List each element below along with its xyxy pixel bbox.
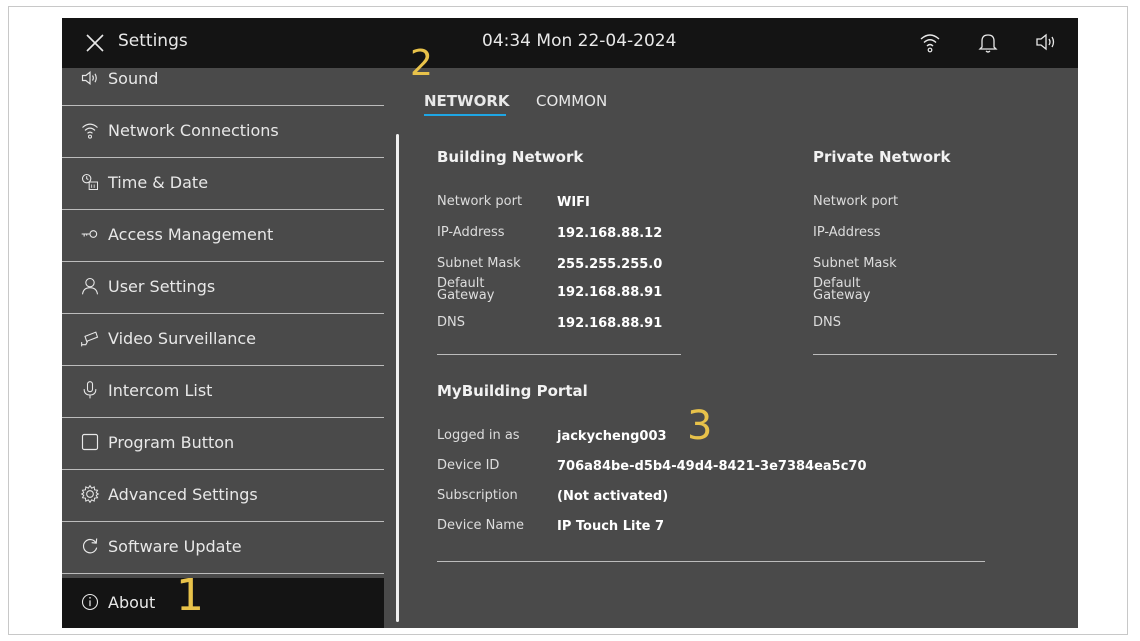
camera-icon xyxy=(81,331,99,347)
square-icon xyxy=(81,433,99,451)
gear-icon xyxy=(80,484,100,504)
device-screen: Settings 04:34 Mon 22-04-2024 Sound Netw… xyxy=(62,18,1078,628)
tab-common[interactable]: COMMON xyxy=(536,92,607,110)
clock-calendar-icon xyxy=(81,173,98,190)
portal-value-device-id: 706a84be-d5b4-49d4-8421-3e7384ea5c70 xyxy=(557,459,867,474)
speaker-icon[interactable] xyxy=(1034,30,1058,54)
bn-value-default-gateway: 192.168.88.91 xyxy=(557,285,663,300)
sidebar-item-about[interactable]: About xyxy=(62,578,384,628)
sidebar-item-intercom-list[interactable]: Intercom List xyxy=(62,366,384,418)
sidebar-item-label: Advanced Settings xyxy=(108,485,258,504)
callout-number-1: 1 xyxy=(176,570,204,621)
pn-label-ip-address: IP-Address xyxy=(813,225,881,240)
speaker-icon xyxy=(81,70,97,86)
bn-label-network-port: Network port xyxy=(437,194,523,209)
sidebar-item-label: About xyxy=(108,593,156,612)
sidebar-item-label: Sound xyxy=(108,69,159,88)
portal-value-device-name: IP Touch Lite 7 xyxy=(557,519,665,534)
bn-label-subnet-mask: Subnet Mask xyxy=(437,256,521,271)
sidebar-item-advanced-settings[interactable]: Advanced Settings xyxy=(62,470,384,522)
portal-label-device-id: Device ID xyxy=(437,458,500,473)
sidebar-item-label: Program Button xyxy=(108,433,235,452)
sidebar-item-label: Access Management xyxy=(108,225,274,244)
pn-label-network-port: Network port xyxy=(813,194,899,209)
portal-value-logged-in: jackycheng003 xyxy=(557,429,667,444)
building-network-title: Building Network xyxy=(437,148,584,166)
sidebar-item-label: User Settings xyxy=(108,277,216,296)
sidebar-item-network-connections[interactable]: Network Connections xyxy=(62,106,384,158)
bn-value-dns: 192.168.88.91 xyxy=(557,316,663,331)
sidebar-item-label: Intercom List xyxy=(108,381,213,400)
callout-number-3: 3 xyxy=(687,403,713,449)
active-tab-indicator xyxy=(424,114,506,116)
bn-value-ip-address: 192.168.88.12 xyxy=(557,226,663,241)
microphone-icon xyxy=(83,381,97,399)
sidebar-item-label: Time & Date xyxy=(108,173,209,192)
sidebar-item-program-button[interactable]: Program Button xyxy=(62,418,384,470)
bn-label-default-gateway: Default Gateway xyxy=(437,276,495,303)
wifi-icon xyxy=(82,123,98,139)
close-icon[interactable] xyxy=(84,32,106,54)
sidebar-item-sound[interactable]: Sound xyxy=(62,54,384,106)
portal-title: MyBuilding Portal xyxy=(437,382,588,400)
tab-network[interactable]: NETWORK xyxy=(424,92,510,110)
key-icon xyxy=(81,230,98,238)
bn-label-ip-address: IP-Address xyxy=(437,225,505,240)
sidebar-item-time-date[interactable]: Time & Date xyxy=(62,158,384,210)
private-network-title: Private Network xyxy=(813,148,951,166)
bn-label-dns: DNS xyxy=(437,315,465,330)
wifi-icon[interactable] xyxy=(918,30,942,54)
sidebar-item-software-update[interactable]: Software Update xyxy=(62,522,384,574)
settings-sidebar: Sound Network Connections Time & Date Ac… xyxy=(62,68,399,628)
sidebar-item-video-surveillance[interactable]: Video Surveillance xyxy=(62,314,384,366)
portal-label-subscription: Subscription xyxy=(437,488,518,503)
pn-label-dns: DNS xyxy=(813,315,841,330)
sidebar-item-user-settings[interactable]: User Settings xyxy=(62,262,384,314)
divider xyxy=(813,354,1057,355)
bell-icon[interactable] xyxy=(976,30,1000,54)
divider xyxy=(437,561,985,562)
pn-label-default-gateway: Default Gateway xyxy=(813,276,871,303)
callout-number-2: 2 xyxy=(410,43,433,84)
sidebar-item-label: Software Update xyxy=(108,537,242,556)
portal-label-logged-in: Logged in as xyxy=(437,428,520,443)
sidebar-item-label: Video Surveillance xyxy=(108,329,257,348)
portal-label-device-name: Device Name xyxy=(437,518,524,533)
user-icon xyxy=(81,277,99,295)
clock-readout: 04:34 Mon 22-04-2024 xyxy=(482,31,677,51)
refresh-icon xyxy=(82,538,98,554)
sidebar-scrollbar[interactable] xyxy=(396,134,399,622)
pn-label-subnet-mask: Subnet Mask xyxy=(813,256,897,271)
portal-value-subscription: (Not activated) xyxy=(557,489,669,504)
sidebar-item-label: Network Connections xyxy=(108,121,279,140)
divider xyxy=(437,354,681,355)
info-icon xyxy=(81,593,99,611)
bn-value-subnet-mask: 255.255.255.0 xyxy=(557,257,663,272)
page-title: Settings xyxy=(118,31,188,51)
sidebar-item-access-management[interactable]: Access Management xyxy=(62,210,384,262)
bn-value-network-port: WIFI xyxy=(557,195,590,210)
divider xyxy=(62,573,384,574)
